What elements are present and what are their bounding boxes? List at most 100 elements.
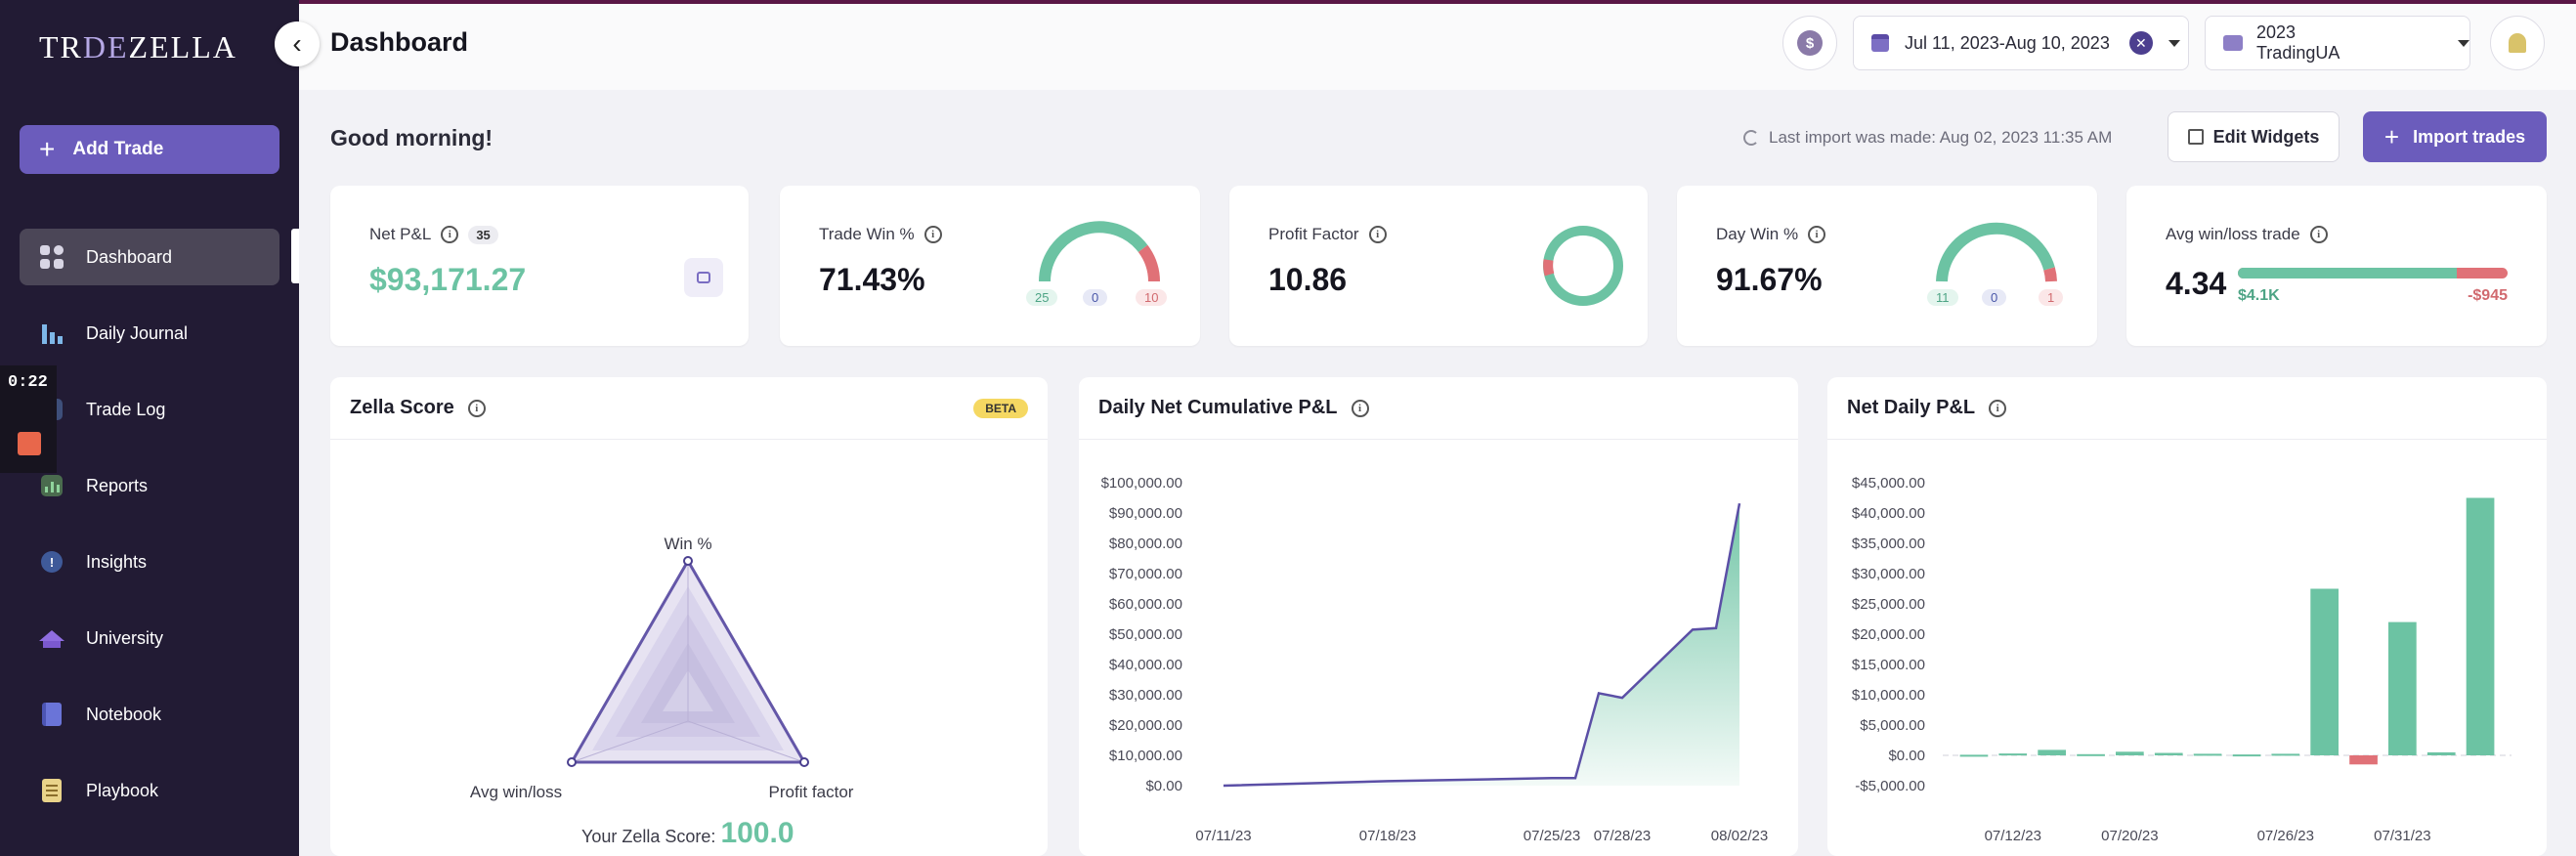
notebook-icon <box>39 702 64 727</box>
daily-bar <box>2466 497 2495 755</box>
sidebar-item-daily-journal[interactable]: Daily Journal <box>20 305 279 362</box>
sidebar-item-trade-log[interactable]: Trade Log <box>20 381 279 438</box>
info-icon[interactable]: i <box>467 399 486 417</box>
stop-recording-icon[interactable] <box>18 432 41 455</box>
y-tick-label: $0.00 <box>1145 778 1182 794</box>
y-tick-label: $10,000.00 <box>1109 748 1182 764</box>
info-icon[interactable]: i <box>923 226 942 243</box>
daily-bar <box>2038 749 2066 755</box>
clear-date-icon[interactable]: ✕ <box>2128 31 2153 55</box>
add-trade-button[interactable]: + Add Trade <box>20 125 279 174</box>
radar-point-avg <box>567 757 577 767</box>
chevron-down-icon <box>2458 39 2469 47</box>
x-tick-label: 07/12/23 <box>1985 828 2041 844</box>
date-range-picker[interactable]: Jul 11, 2023-Aug 10, 2023 ✕ <box>1853 16 2189 70</box>
playbook-icon <box>39 778 64 803</box>
net-daily-pnl-panel: Net Daily P&L i $45,000.00 $40,000.00 $35,… <box>1827 377 2547 856</box>
x-tick-label: 07/25/23 <box>1524 828 1580 844</box>
zella-score-panel: Zella Score i BETA Win % Profit factor A… <box>330 377 1048 856</box>
account-selector[interactable]: 2023 TradingUA <box>2205 16 2470 70</box>
insights-icon: ! <box>39 549 64 575</box>
cumulative-pnl-panel: Daily Net Cumulative P&L i $100,000.00 $9… <box>1079 377 1798 856</box>
profit-factor-value: 10.86 <box>1268 262 1348 297</box>
day-win-value: 91.67% <box>1716 262 1823 297</box>
win-share-fill <box>2238 268 2457 278</box>
sidebar-item-label: Notebook <box>86 704 162 724</box>
y-tick-label: $60,000.00 <box>1109 596 1182 613</box>
dollar-icon: $ <box>1797 30 1823 56</box>
daily-bar <box>2426 751 2456 755</box>
y-tick-label: $0.00 <box>1888 748 1925 764</box>
daily-bar <box>2193 753 2222 756</box>
breakeven-pill: 0 <box>1982 289 2007 306</box>
tradezella-logo[interactable]: TRDEZELLA <box>39 29 237 65</box>
daily-bar <box>2154 752 2183 755</box>
x-tick-label: 07/11/23 <box>1195 828 1251 844</box>
y-tick-label: $20,000.00 <box>1109 717 1182 734</box>
profit-factor-ring <box>1543 226 1623 306</box>
daily-bar <box>2388 621 2417 755</box>
net-pnl-label: Net P&L <box>369 225 432 243</box>
avg-win-loss-card: Avg win/loss trade i 4.34 $4.1K -$945 <box>2126 186 2547 346</box>
reports-icon <box>39 473 64 498</box>
sidebar-item-notebook[interactable]: Notebook <box>20 686 279 743</box>
y-tick-label: $35,000.00 <box>1852 535 1925 552</box>
y-tick-label: $5,000.00 <box>1860 717 1925 734</box>
y-tick-label: $10,000.00 <box>1852 687 1925 704</box>
y-tick-label: $70,000.00 <box>1109 566 1182 582</box>
toggle-icon <box>697 272 710 283</box>
trade-win-label: Trade Win % <box>819 225 915 243</box>
trade-win-card: Trade Win % i 71.43% 25 0 10 <box>780 186 1200 346</box>
chevron-left-icon: ‹ <box>292 28 302 59</box>
edit-widgets-button[interactable]: Edit Widgets <box>2168 111 2340 162</box>
chevron-down-icon <box>2168 39 2180 47</box>
y-tick-label: $20,000.00 <box>1852 626 1925 643</box>
daily-bar <box>2232 754 2261 757</box>
sidebar-item-label: Insights <box>86 551 148 572</box>
calendar-icon <box>1871 34 1889 52</box>
sidebar-item-label: Reports <box>86 475 149 495</box>
sidebar-item-university[interactable]: University <box>20 610 279 666</box>
info-icon[interactable]: i <box>441 226 459 243</box>
daily-bar <box>2116 751 2144 755</box>
breakeven-pill: 0 <box>1083 289 1108 306</box>
wins-pill: 11 <box>1927 289 1958 306</box>
account-value: 2023 TradingUA <box>2255 22 2340 63</box>
info-icon[interactable]: i <box>1368 226 1387 243</box>
sidebar-item-dashboard[interactable]: Dashboard <box>20 229 279 285</box>
day-win-label: Day Win % <box>1716 225 1799 243</box>
notifications-button[interactable] <box>2490 16 2545 70</box>
y-tick-label: $100,000.00 <box>1101 475 1182 492</box>
x-tick-label: 07/28/23 <box>1594 828 1651 844</box>
daily-bar <box>2271 753 2300 756</box>
radar-point-pf <box>799 757 809 767</box>
y-tick-label: $40,000.00 <box>1852 505 1925 522</box>
info-icon[interactable]: i <box>2309 226 2328 243</box>
bell-icon <box>2509 33 2526 53</box>
y-tick-label: $50,000.00 <box>1109 626 1182 643</box>
journal-icon <box>39 321 64 346</box>
x-tick-label: 07/20/23 <box>2101 828 2158 844</box>
net-daily-pnl-chart: $45,000.00 $40,000.00 $35,000.00 $30,000.00… <box>1852 475 2512 844</box>
import-trades-button[interactable]: + Import trades <box>2363 111 2547 162</box>
sidebar-item-playbook[interactable]: Playbook <box>20 762 279 819</box>
sidebar-item-insights[interactable]: ! Insights <box>20 534 279 590</box>
day-win-gauge <box>1936 222 2057 282</box>
sidebar-item-reports[interactable]: Reports <box>20 457 279 514</box>
currency-button[interactable]: $ <box>1782 16 1837 70</box>
y-tick-label: $30,000.00 <box>1109 687 1182 704</box>
zella-score-label: Your Zella Score: <box>581 827 716 846</box>
date-range-value: Jul 11, 2023-Aug 10, 2023 <box>1905 32 2110 53</box>
sidebar-nav: Dashboard Daily Journal Trade Log Report… <box>20 229 279 838</box>
collapse-sidebar-button[interactable]: ‹ <box>275 21 320 66</box>
daily-bar <box>1959 754 1989 757</box>
info-icon[interactable]: i <box>1808 226 1826 243</box>
x-tick-label: 07/18/23 <box>1359 828 1416 844</box>
university-icon <box>39 625 64 651</box>
account-icon <box>2223 35 2243 51</box>
y-tick-label: $15,000.00 <box>1852 657 1925 673</box>
daily-bar <box>1998 753 2028 756</box>
daily-bar <box>2077 753 2105 756</box>
net-pnl-toggle-button[interactable] <box>684 258 723 297</box>
y-tick-label: $30,000.00 <box>1852 566 1925 582</box>
